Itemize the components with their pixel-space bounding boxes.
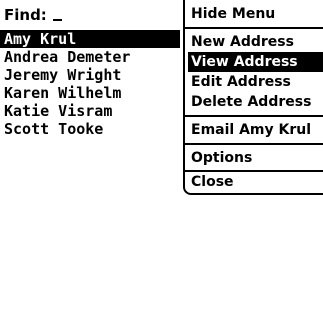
contact-item-katie-visram[interactable]: Katie Visram xyxy=(0,102,180,120)
menu-separator xyxy=(185,143,323,145)
menu-item-new-address[interactable]: New Address xyxy=(188,32,323,52)
find-label: Find: xyxy=(4,6,47,24)
menu-item-hide-menu[interactable]: Hide Menu xyxy=(188,4,323,24)
context-menu: Hide Menu New Address View Address Edit … xyxy=(183,0,323,195)
contact-item-karen-wilhelm[interactable]: Karen Wilhelm xyxy=(0,84,180,102)
contact-item-andrea-demeter[interactable]: Andrea Demeter xyxy=(0,48,180,66)
contact-item-amy-krul[interactable]: Amy Krul xyxy=(0,30,180,48)
menu-separator xyxy=(185,27,323,29)
menu-item-delete-address[interactable]: Delete Address xyxy=(188,92,323,112)
menu-item-close[interactable]: Close xyxy=(188,172,323,192)
contact-item-jeremy-wright[interactable]: Jeremy Wright xyxy=(0,66,180,84)
menu-item-edit-address[interactable]: Edit Address xyxy=(188,72,323,92)
address-book-screen: Find: Amy Krul Andrea Demeter Jeremy Wri… xyxy=(0,0,323,322)
text-cursor xyxy=(52,19,62,21)
contact-list: Amy Krul Andrea Demeter Jeremy Wright Ka… xyxy=(0,30,180,138)
menu-item-view-address[interactable]: View Address xyxy=(188,52,323,72)
find-bar[interactable]: Find: xyxy=(4,4,62,26)
menu-item-options[interactable]: Options xyxy=(188,148,323,168)
contact-item-scott-tooke[interactable]: Scott Tooke xyxy=(0,120,180,138)
menu-separator xyxy=(185,115,323,117)
menu-item-email-contact[interactable]: Email Amy Krul xyxy=(188,120,323,140)
